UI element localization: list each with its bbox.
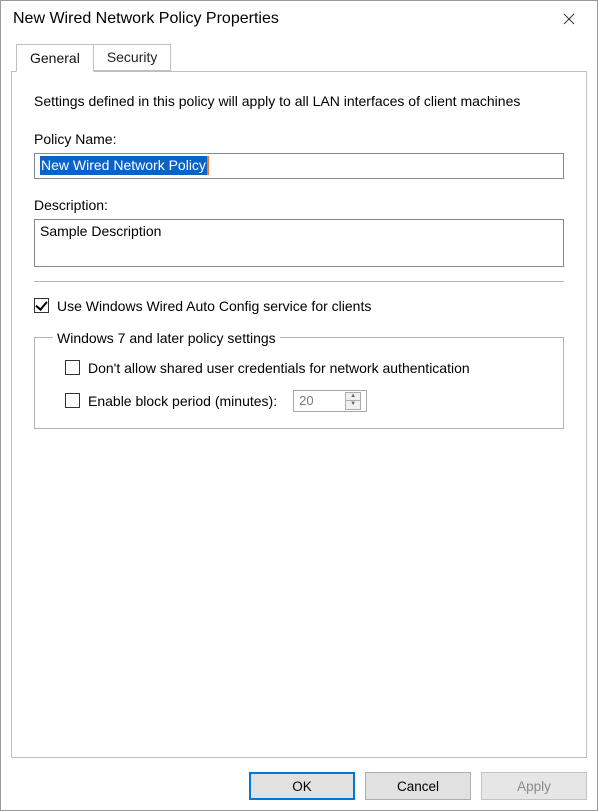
ok-button[interactable]: OK <box>249 772 355 800</box>
description-label: Description: <box>34 197 564 213</box>
window-title: New Wired Network Policy Properties <box>13 10 279 28</box>
description-input[interactable]: Sample Description <box>34 219 564 267</box>
enable-block-checkbox[interactable] <box>65 393 80 408</box>
close-button[interactable] <box>547 4 591 34</box>
policy-name-value: New Wired Network Policy <box>40 156 209 175</box>
tab-general[interactable]: General <box>16 44 94 72</box>
no-shared-creds-checkbox[interactable] <box>65 360 80 375</box>
block-period-spinner: 20 ▲ ▼ <box>293 390 367 412</box>
no-shared-creds-label: Don't allow shared user credentials for … <box>88 360 470 376</box>
policy-name-label: Policy Name: <box>34 131 564 147</box>
win7-group-legend: Windows 7 and later policy settings <box>53 330 280 346</box>
win7-group: Windows 7 and later policy settings Don'… <box>34 330 564 429</box>
policy-name-input[interactable]: New Wired Network Policy <box>34 153 564 179</box>
title-bar: New Wired Network Policy Properties <box>1 1 597 37</box>
intro-text: Settings defined in this policy will app… <box>34 92 564 111</box>
autoconfig-checkbox[interactable] <box>34 298 49 313</box>
enable-block-label: Enable block period (minutes): <box>88 393 277 409</box>
dialog-window: New Wired Network Policy Properties Gene… <box>0 0 598 811</box>
description-value: Sample Description <box>40 223 161 239</box>
separator <box>34 281 564 282</box>
cancel-button[interactable]: Cancel <box>365 772 471 800</box>
tab-security[interactable]: Security <box>94 44 172 71</box>
spinner-buttons: ▲ ▼ <box>345 392 361 410</box>
apply-button: Apply <box>481 772 587 800</box>
content-area: General Security Settings defined in thi… <box>1 37 597 764</box>
no-shared-creds-row[interactable]: Don't allow shared user credentials for … <box>65 360 545 376</box>
autoconfig-label: Use Windows Wired Auto Config service fo… <box>57 298 371 314</box>
enable-block-row[interactable]: Enable block period (minutes): 20 ▲ ▼ <box>65 390 545 412</box>
dialog-button-row: OK Cancel Apply <box>1 764 597 810</box>
spinner-down-icon: ▼ <box>345 401 361 410</box>
tab-panel-general: Settings defined in this policy will app… <box>11 71 587 758</box>
spinner-up-icon: ▲ <box>345 392 361 401</box>
tab-strip: General Security <box>16 41 587 71</box>
block-period-value: 20 <box>299 393 313 408</box>
block-period-wrap: 20 ▲ ▼ <box>293 390 367 412</box>
autoconfig-row[interactable]: Use Windows Wired Auto Config service fo… <box>34 298 564 314</box>
close-icon <box>563 13 575 25</box>
